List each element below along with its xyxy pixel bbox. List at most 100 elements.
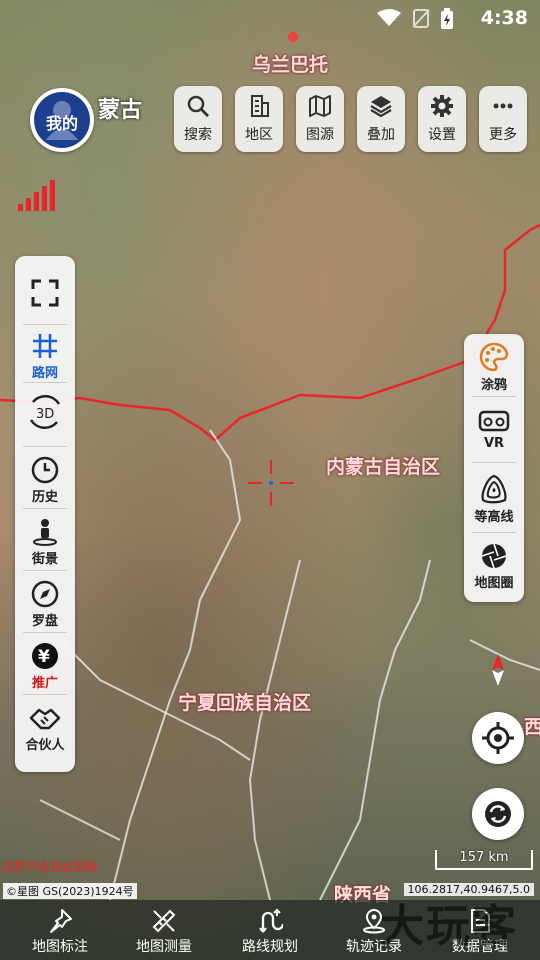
map-circle-button[interactable]: 地图圈 xyxy=(464,542,524,591)
contour-button[interactable]: 等高线 xyxy=(464,474,524,525)
more-button[interactable]: 更多 xyxy=(479,86,527,152)
search-button[interactable]: 搜索 xyxy=(174,86,222,152)
settings-button[interactable]: 设置 xyxy=(418,86,466,152)
divider xyxy=(23,694,67,695)
partner-label: 合伙人 xyxy=(25,738,65,753)
vr-button[interactable]: VR xyxy=(464,408,524,451)
layers-icon xyxy=(370,96,392,118)
aperture-icon xyxy=(481,543,507,569)
right-tool-panel: 涂鸦 VR 等高线 地图圈 xyxy=(464,334,524,602)
compass-label: 罗盘 xyxy=(31,614,58,629)
no-sim-icon xyxy=(412,9,430,28)
graffiti-button[interactable]: 涂鸦 xyxy=(464,342,524,393)
more-label: 更多 xyxy=(489,127,517,143)
svg-text:¥: ¥ xyxy=(38,647,50,667)
3d-rotate-icon: 3D xyxy=(29,395,61,429)
3d-button[interactable]: 3D xyxy=(15,392,75,432)
map-label-inner-mongolia: 内蒙古自治区 xyxy=(326,456,441,478)
north-compass[interactable] xyxy=(484,652,512,688)
status-bar: 4:38 xyxy=(0,0,540,36)
map-source-button[interactable]: 图源 xyxy=(296,86,344,152)
promote-label: 推广 xyxy=(31,676,58,691)
street-view-button[interactable]: 街景 xyxy=(15,518,75,567)
road-grid-icon xyxy=(33,334,57,358)
divider xyxy=(23,382,67,383)
scale-label: 157 km xyxy=(459,850,509,865)
promote-button[interactable]: ¥ 推广 xyxy=(15,642,75,691)
divider xyxy=(472,396,516,397)
refresh-button[interactable] xyxy=(472,788,524,840)
pin-icon xyxy=(50,909,72,933)
search-icon xyxy=(187,95,209,117)
wifi-icon xyxy=(377,9,401,26)
compass-button[interactable]: 罗盘 xyxy=(15,580,75,629)
street-view-label: 街景 xyxy=(31,552,58,567)
graffiti-label: 涂鸦 xyxy=(480,378,507,393)
current-region: 蒙古 xyxy=(98,98,143,123)
ruler-pencil-icon xyxy=(152,909,176,933)
watermark-logo: 大玩客 xyxy=(380,901,518,952)
search-label: 搜索 xyxy=(184,127,212,143)
signal-strength-icon xyxy=(18,180,55,211)
avatar-background: 我的 xyxy=(34,92,90,148)
yuan-icon: ¥ xyxy=(32,643,58,669)
pegman-icon xyxy=(33,519,57,546)
nav-route-plan[interactable]: 路线规划 xyxy=(216,900,324,960)
contour-icon xyxy=(481,474,507,504)
crosshair xyxy=(248,460,294,506)
status-time: 4:38 xyxy=(480,7,528,29)
map-label-edge: 西 xyxy=(524,716,540,738)
nav-map-annotate-label: 地图标注 xyxy=(32,939,88,955)
overlay-button[interactable]: 叠加 xyxy=(357,86,405,152)
avatar-text: 我的 xyxy=(45,114,78,133)
history-button[interactable]: 历史 xyxy=(15,456,75,505)
svg-text:3D: 3D xyxy=(36,407,54,422)
map-label-ningxia: 宁夏回族自治区 xyxy=(178,692,312,714)
more-dots-icon xyxy=(493,103,513,109)
map-label-ulaanbaatar: 乌兰巴托 xyxy=(252,54,329,76)
handshake-icon xyxy=(29,708,61,730)
vr-headset-icon xyxy=(478,410,510,432)
compass-icon xyxy=(31,580,59,608)
fullscreen-button[interactable] xyxy=(15,278,75,308)
vr-label: VR xyxy=(483,436,505,451)
road-net-button[interactable]: 路网 xyxy=(15,332,75,381)
locate-button[interactable] xyxy=(472,712,524,764)
divider xyxy=(472,532,516,533)
nav-map-measure[interactable]: 地图测量 xyxy=(110,900,218,960)
nav-map-measure-label: 地图测量 xyxy=(136,939,192,955)
building-icon xyxy=(251,95,269,117)
divider xyxy=(23,446,67,447)
divider xyxy=(23,632,67,633)
scale-bar: 157 km xyxy=(435,850,533,870)
avatar[interactable]: 我的 xyxy=(30,88,94,152)
refresh-icon xyxy=(485,801,511,827)
settings-label: 设置 xyxy=(428,127,456,143)
clock-icon xyxy=(31,456,59,484)
boundary-disclaimer: 边界不全克此刻断 xyxy=(2,860,99,874)
map-fold-icon xyxy=(309,95,331,117)
history-label: 历史 xyxy=(31,490,58,505)
region-label: 地区 xyxy=(245,127,273,143)
contour-label: 等高线 xyxy=(474,510,514,525)
battery-icon xyxy=(441,8,453,29)
road-net-label: 路网 xyxy=(31,366,58,381)
gear-icon xyxy=(431,95,453,117)
palette-icon xyxy=(479,342,509,372)
nav-route-plan-label: 路线规划 xyxy=(242,939,298,955)
map-source-label: 图源 xyxy=(306,127,334,143)
divider xyxy=(472,462,516,463)
locate-icon xyxy=(482,722,514,754)
region-button[interactable]: 地区 xyxy=(235,86,283,152)
nav-map-annotate[interactable]: 地图标注 xyxy=(6,900,114,960)
fullscreen-icon xyxy=(31,279,59,307)
divider xyxy=(23,324,67,325)
divider xyxy=(23,508,67,509)
partner-button[interactable]: 合伙人 xyxy=(15,704,75,753)
route-icon xyxy=(259,908,283,933)
overlay-label: 叠加 xyxy=(367,127,395,143)
north-arrow-icon xyxy=(492,654,504,686)
left-tool-panel: 路网 3D 历史 街景 罗盘 ¥ 推广 合伙人 xyxy=(15,256,75,772)
map-circle-label: 地图圈 xyxy=(474,576,514,591)
divider xyxy=(23,570,67,571)
